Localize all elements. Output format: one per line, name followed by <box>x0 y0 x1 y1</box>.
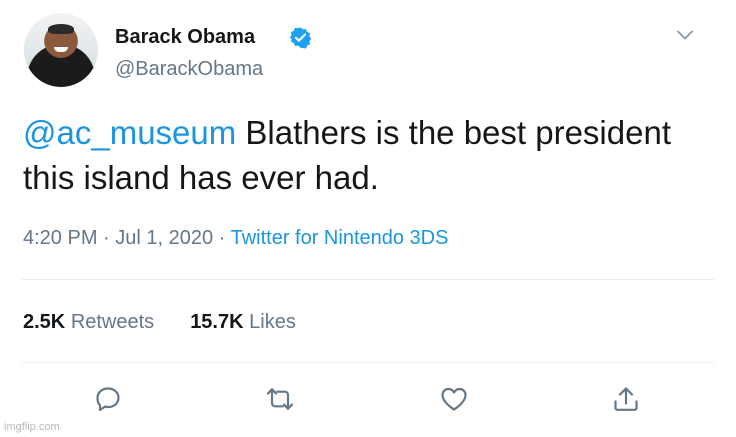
tweet-card: Barack Obama @BarackObama @ac_museum Bla… <box>0 0 736 437</box>
mention-link[interactable]: @ac_museum <box>23 114 236 151</box>
avatar-hair <box>48 24 74 34</box>
likes-count: 15.7K <box>190 311 244 333</box>
meta-separator: · <box>218 227 226 249</box>
meta-separator: · <box>103 227 110 249</box>
avatar-smile <box>54 47 68 52</box>
retweet-icon[interactable] <box>265 384 295 414</box>
share-icon[interactable] <box>611 384 641 414</box>
retweets-count: 2.5K <box>23 311 66 333</box>
likes-label: Likes <box>249 311 296 333</box>
tweet-date[interactable]: Jul 1, 2020 <box>115 227 213 249</box>
divider <box>22 279 714 280</box>
tweet-source-link[interactable]: Twitter for Nintendo 3DS <box>231 227 449 249</box>
reply-icon[interactable] <box>93 384 123 414</box>
engagement-stats: 2.5K Retweets 15.7K Likes <box>23 310 296 334</box>
avatar[interactable] <box>24 13 98 87</box>
like-icon[interactable] <box>439 384 469 414</box>
display-name[interactable]: Barack Obama <box>115 25 255 49</box>
divider <box>22 362 714 363</box>
verified-badge-icon <box>289 27 312 49</box>
tweet-metadata: 4:20 PM · Jul 1, 2020 · Twitter for Nint… <box>23 226 448 250</box>
user-handle[interactable]: @BarackObama <box>115 57 263 81</box>
chevron-down-icon[interactable] <box>676 26 694 44</box>
retweets-stat[interactable]: 2.5K Retweets <box>23 311 154 333</box>
tweet-text: @ac_museum Blathers is the best presiden… <box>23 110 713 200</box>
likes-stat[interactable]: 15.7K Likes <box>190 311 296 333</box>
tweet-time[interactable]: 4:20 PM <box>23 227 97 249</box>
watermark: imgflip.com <box>4 421 60 433</box>
retweets-label: Retweets <box>70 311 155 333</box>
